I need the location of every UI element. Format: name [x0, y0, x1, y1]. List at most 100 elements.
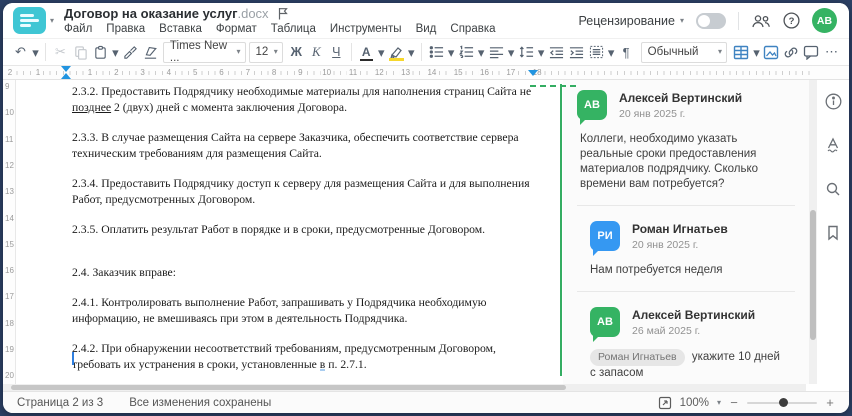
insert-comment-button[interactable] [802, 41, 821, 63]
comments-panel: АВ Алексей Вертинский 20 янв 2025 г. Коллег… [563, 80, 809, 384]
insert-table-button[interactable] [732, 41, 751, 63]
align-caret-icon[interactable]: ▾ [507, 41, 516, 63]
font-size-select[interactable]: 12 ▾ [248, 41, 283, 63]
horizontal-ruler[interactable]: 2 1 1 2 3 4 5 6 7 8 9 10 11 12 13 14 15 16 17 18 [3, 66, 849, 80]
toolbar-divider [45, 43, 46, 61]
bold-button[interactable]: Ж [287, 41, 306, 63]
zoom-caret-icon[interactable]: ▾ [717, 398, 721, 407]
zoom-slider[interactable] [747, 398, 817, 407]
highlight-color-button[interactable] [387, 41, 406, 63]
ruler-number: 15 [451, 68, 465, 78]
info-icon[interactable] [824, 90, 843, 112]
line-spacing-button[interactable] [517, 41, 536, 63]
format-painter-button[interactable] [121, 41, 140, 63]
comment-item[interactable]: АВ Алексей Вертинский 20 янв 2025 г. Коллег… [577, 88, 795, 192]
paste-caret-icon[interactable]: ▾ [111, 41, 120, 63]
paragraph: 2.4. Заказчик вправе: [72, 265, 539, 281]
insert-table-caret-icon[interactable]: ▾ [752, 41, 761, 63]
search-icon[interactable] [824, 178, 843, 200]
zoom-value[interactable]: 100% [680, 397, 709, 409]
numbered-list-caret-icon[interactable]: ▾ [477, 41, 486, 63]
more-tools-button[interactable]: ⋯ [822, 41, 841, 63]
comment-date: 26 май 2025 г. [632, 325, 701, 337]
logo-menu-caret-icon[interactable]: ▾ [50, 16, 54, 25]
svg-text:?: ? [789, 16, 795, 27]
collaborators-icon[interactable] [751, 13, 771, 29]
save-status: Все изменения сохранены [129, 396, 272, 409]
fit-page-icon[interactable] [658, 396, 672, 410]
bullet-list-button[interactable] [427, 41, 446, 63]
decrease-indent-button[interactable] [547, 41, 566, 63]
comment-reply[interactable]: АВ Алексей Вертинский 26 май 2025 г. Роман … [590, 305, 795, 381]
menu-item[interactable]: Правка [106, 23, 145, 35]
insert-image-button[interactable] [762, 41, 781, 63]
align-button[interactable] [487, 41, 506, 63]
first-line-indent-marker[interactable] [61, 66, 71, 72]
menu-item[interactable]: Файл [64, 23, 92, 35]
document-title: Договор на оказание услуг.docx [64, 6, 269, 21]
review-mode-button[interactable]: Рецензирование ▾ [578, 14, 684, 28]
menu-item[interactable]: Вставка [159, 23, 202, 35]
show-paragraph-marks-button[interactable]: ¶ [617, 41, 636, 63]
undo-caret-icon[interactable]: ▾ [31, 41, 40, 63]
comment-date: 20 янв 2025 г. [632, 239, 699, 251]
paragraph-style-select[interactable]: Обычный ▾ [640, 41, 727, 63]
numbered-list-button[interactable] [457, 41, 476, 63]
ruler-number: 3 [138, 68, 147, 78]
font-color-caret-icon[interactable]: ▾ [377, 41, 386, 63]
spellcheck-icon[interactable] [824, 134, 843, 156]
menu-item[interactable]: Таблица [271, 23, 316, 35]
help-icon[interactable]: ? [783, 12, 800, 29]
vertical-scrollbar[interactable] [809, 80, 817, 384]
horizontal-scrollbar[interactable] [3, 384, 806, 391]
zoom-out-button[interactable]: − [729, 395, 739, 410]
underline-button[interactable]: Ч [327, 41, 346, 63]
paragraph: 2.3.5. Оплатить результат Работ в порядк… [72, 222, 539, 238]
text-segment: 2 (двух) дней с момента заключения Догов… [111, 100, 347, 114]
comment-avatar: АВ [590, 307, 620, 342]
comment-divider [577, 205, 795, 206]
scrollbar-corner [806, 384, 849, 391]
horizontal-scrollbar-thumb[interactable] [11, 385, 566, 390]
increase-indent-button[interactable] [567, 41, 586, 63]
menu-item[interactable]: Справка [450, 23, 495, 35]
paragraph-settings-button[interactable] [587, 41, 606, 63]
clear-format-button[interactable] [141, 41, 160, 63]
review-toggle[interactable] [696, 12, 726, 29]
hanging-indent-marker[interactable] [61, 73, 71, 79]
font-color-button[interactable]: А [357, 41, 376, 63]
menu-item[interactable]: Вид [416, 23, 437, 35]
insert-link-button[interactable] [782, 41, 801, 63]
comment-reply[interactable]: РИ Роман Игнатьев 20 янв 2025 г. Нам потреб… [590, 219, 795, 278]
paragraph-settings-caret-icon[interactable]: ▾ [607, 41, 616, 63]
user-avatar[interactable]: АВ [812, 8, 837, 33]
zoom-in-button[interactable]: + [825, 395, 835, 410]
comment-author: Алексей Вертинский [632, 308, 756, 322]
app-logo-icon[interactable] [13, 7, 46, 34]
document-page[interactable]: 2.3.2. Предоставить Подрядчику необходим… [16, 80, 576, 384]
comment-text: Роман Игнатьев укажите 10 дней с запасом [590, 349, 780, 379]
font-name-select[interactable]: Times New ... ▾ [162, 40, 246, 64]
undo-button[interactable]: ↶ [11, 41, 30, 63]
favorite-flag-icon[interactable] [277, 7, 289, 20]
zoom-slider-knob[interactable] [779, 398, 788, 407]
cut-button[interactable]: ✂ [51, 41, 70, 63]
menu-item[interactable]: Формат [216, 23, 257, 35]
ruler-number: 1 [85, 68, 95, 78]
page-indicator[interactable]: Страница 2 из 3 [17, 397, 103, 409]
vertical-scrollbar-thumb[interactable] [810, 210, 816, 340]
bullet-list-caret-icon[interactable]: ▾ [447, 41, 456, 63]
highlight-caret-icon[interactable]: ▾ [407, 41, 416, 63]
vertical-ruler[interactable]: 9 10 11 12 13 14 15 16 17 18 19 20 [3, 80, 16, 384]
copy-button[interactable] [71, 41, 90, 63]
mention-pill[interactable]: Роман Игнатьев [590, 349, 685, 366]
ruler-number: 11 [5, 134, 14, 144]
document-extension: .docx [237, 6, 269, 21]
right-indent-marker[interactable] [528, 70, 538, 76]
line-spacing-caret-icon[interactable]: ▾ [537, 41, 546, 63]
italic-button[interactable]: К [307, 41, 326, 63]
menu-item[interactable]: Инструменты [330, 23, 402, 35]
paste-button[interactable] [91, 41, 110, 63]
comment-avatar: РИ [590, 221, 620, 256]
bookmark-icon[interactable] [824, 222, 843, 244]
